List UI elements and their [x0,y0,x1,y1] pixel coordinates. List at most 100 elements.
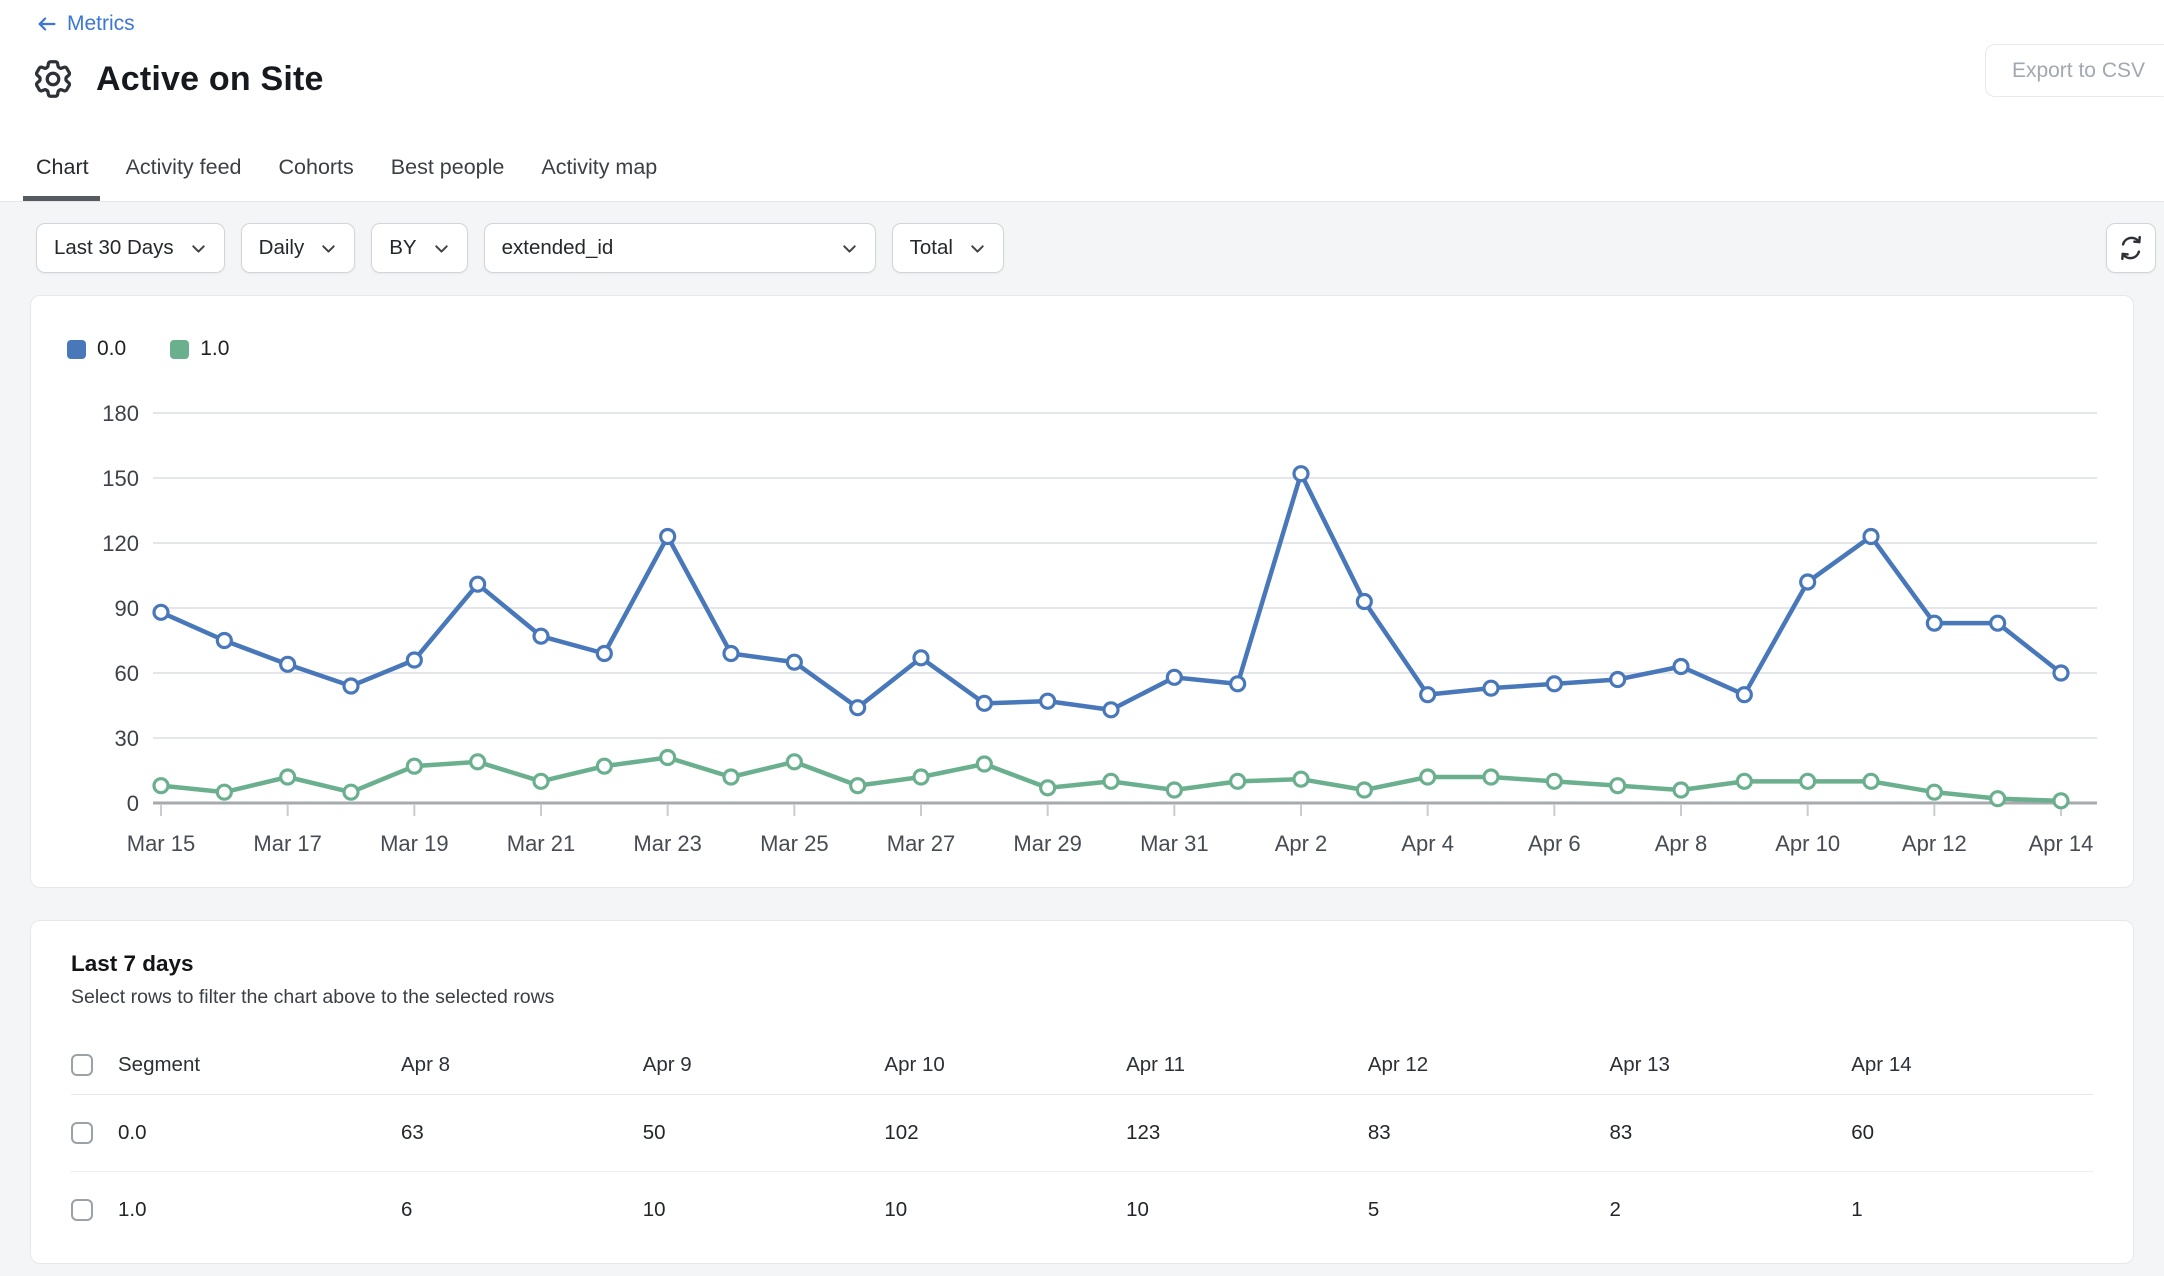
y-axis-tick-label: 60 [115,661,139,686]
data-point[interactable] [1041,694,1055,708]
data-point[interactable] [407,759,421,773]
table-row-segment-0.0: 0.06350102123838360 [71,1094,2093,1171]
data-point[interactable] [851,701,865,715]
data-point[interactable] [1231,774,1245,788]
data-point[interactable] [1801,575,1815,589]
data-point[interactable] [1737,774,1751,788]
data-point[interactable] [281,770,295,784]
data-point[interactable] [977,696,991,710]
data-point[interactable] [1421,688,1435,702]
data-point[interactable] [1547,677,1561,691]
data-point[interactable] [851,779,865,793]
data-point[interactable] [1294,467,1308,481]
data-point[interactable] [154,605,168,619]
filter-date-range-dropdown[interactable]: Last 30 Days [36,223,225,273]
data-point[interactable] [1041,781,1055,795]
data-point[interactable] [1357,783,1371,797]
tab-activity-map[interactable]: Activity map [541,155,657,201]
filter-by-dropdown[interactable]: BY [371,223,467,273]
data-point[interactable] [1421,770,1435,784]
data-point[interactable] [661,751,675,765]
data-point[interactable] [1864,774,1878,788]
chevron-down-icon [188,238,209,259]
back-to-metrics-link[interactable]: Metrics [36,12,135,36]
data-point[interactable] [281,657,295,671]
data-point[interactable] [1357,595,1371,609]
data-point[interactable] [471,577,485,591]
data-point[interactable] [597,647,611,661]
row-checkbox[interactable] [71,1122,93,1144]
data-point[interactable] [1167,783,1181,797]
data-point[interactable] [977,757,991,771]
table-cell: 83 [1368,1094,1610,1171]
data-point[interactable] [661,530,675,544]
x-axis-tick-label: Apr 14 [2029,831,2094,856]
legend-item-0.0[interactable]: 0.0 [67,337,126,361]
data-point[interactable] [914,651,928,665]
data-point[interactable] [344,785,358,799]
data-point[interactable] [1611,779,1625,793]
filter-breakdown-property-dropdown[interactable]: extended_id [484,223,876,273]
tab-chart[interactable]: Chart [36,155,89,201]
data-point[interactable] [344,679,358,693]
data-point[interactable] [1864,530,1878,544]
data-point[interactable] [1611,673,1625,687]
legend-label: 0.0 [97,337,126,361]
data-point[interactable] [1737,688,1751,702]
data-point[interactable] [1167,670,1181,684]
tab-activity-feed[interactable]: Activity feed [126,155,242,201]
data-point[interactable] [1991,792,2005,806]
data-point[interactable] [1231,677,1245,691]
tab-cohorts[interactable]: Cohorts [279,155,354,201]
row-checkbox[interactable] [71,1199,93,1221]
data-point[interactable] [1674,783,1688,797]
data-point[interactable] [1927,785,1941,799]
export-to-csv-button[interactable]: Export to CSV [1985,44,2164,97]
data-point[interactable] [2054,666,2068,680]
data-point[interactable] [1104,774,1118,788]
refresh-button[interactable] [2106,223,2156,273]
select-all-checkbox[interactable] [71,1054,93,1076]
data-point[interactable] [217,634,231,648]
data-point[interactable] [1547,774,1561,788]
data-point[interactable] [1294,772,1308,786]
data-point[interactable] [597,759,611,773]
data-point[interactable] [787,655,801,669]
data-point[interactable] [787,755,801,769]
table-cell: 60 [1851,1094,2093,1171]
data-point[interactable] [471,755,485,769]
data-point[interactable] [1674,660,1688,674]
data-point[interactable] [534,774,548,788]
filter-breakdown-property-value: extended_id [502,236,614,260]
filter-granularity-dropdown[interactable]: Daily [241,223,356,273]
table-row-segment-1.0: 1.06101010521 [71,1171,2093,1248]
data-point[interactable] [1927,616,1941,630]
column-header-apr-14: Apr 14 [1851,1036,2093,1094]
data-point[interactable] [1484,681,1498,695]
data-point[interactable] [724,647,738,661]
data-point[interactable] [1104,703,1118,717]
data-point[interactable] [1484,770,1498,784]
data-point[interactable] [407,653,421,667]
data-point[interactable] [154,779,168,793]
filter-aggregation-dropdown[interactable]: Total [892,223,1004,273]
filter-granularity-value: Daily [259,236,305,260]
data-point[interactable] [217,785,231,799]
x-axis-tick-label: Apr 10 [1775,831,1840,856]
data-point[interactable] [2054,794,2068,808]
data-point[interactable] [724,770,738,784]
y-axis-tick-label: 180 [102,401,139,426]
table-cell: 2 [1610,1171,1852,1248]
legend-item-1.0[interactable]: 1.0 [170,337,229,361]
data-point[interactable] [1801,774,1815,788]
x-axis-tick-label: Apr 2 [1275,831,1328,856]
table-cell: 102 [884,1094,1126,1171]
data-point[interactable] [1991,616,2005,630]
x-axis-tick-label: Mar 25 [760,831,828,856]
tab-best-people[interactable]: Best people [391,155,505,201]
data-point[interactable] [914,770,928,784]
table-cell: 10 [643,1171,885,1248]
data-point[interactable] [534,629,548,643]
page-header: Metrics Active on Site Export to CSV Cha… [0,0,2164,202]
y-axis-tick-label: 150 [102,466,139,491]
